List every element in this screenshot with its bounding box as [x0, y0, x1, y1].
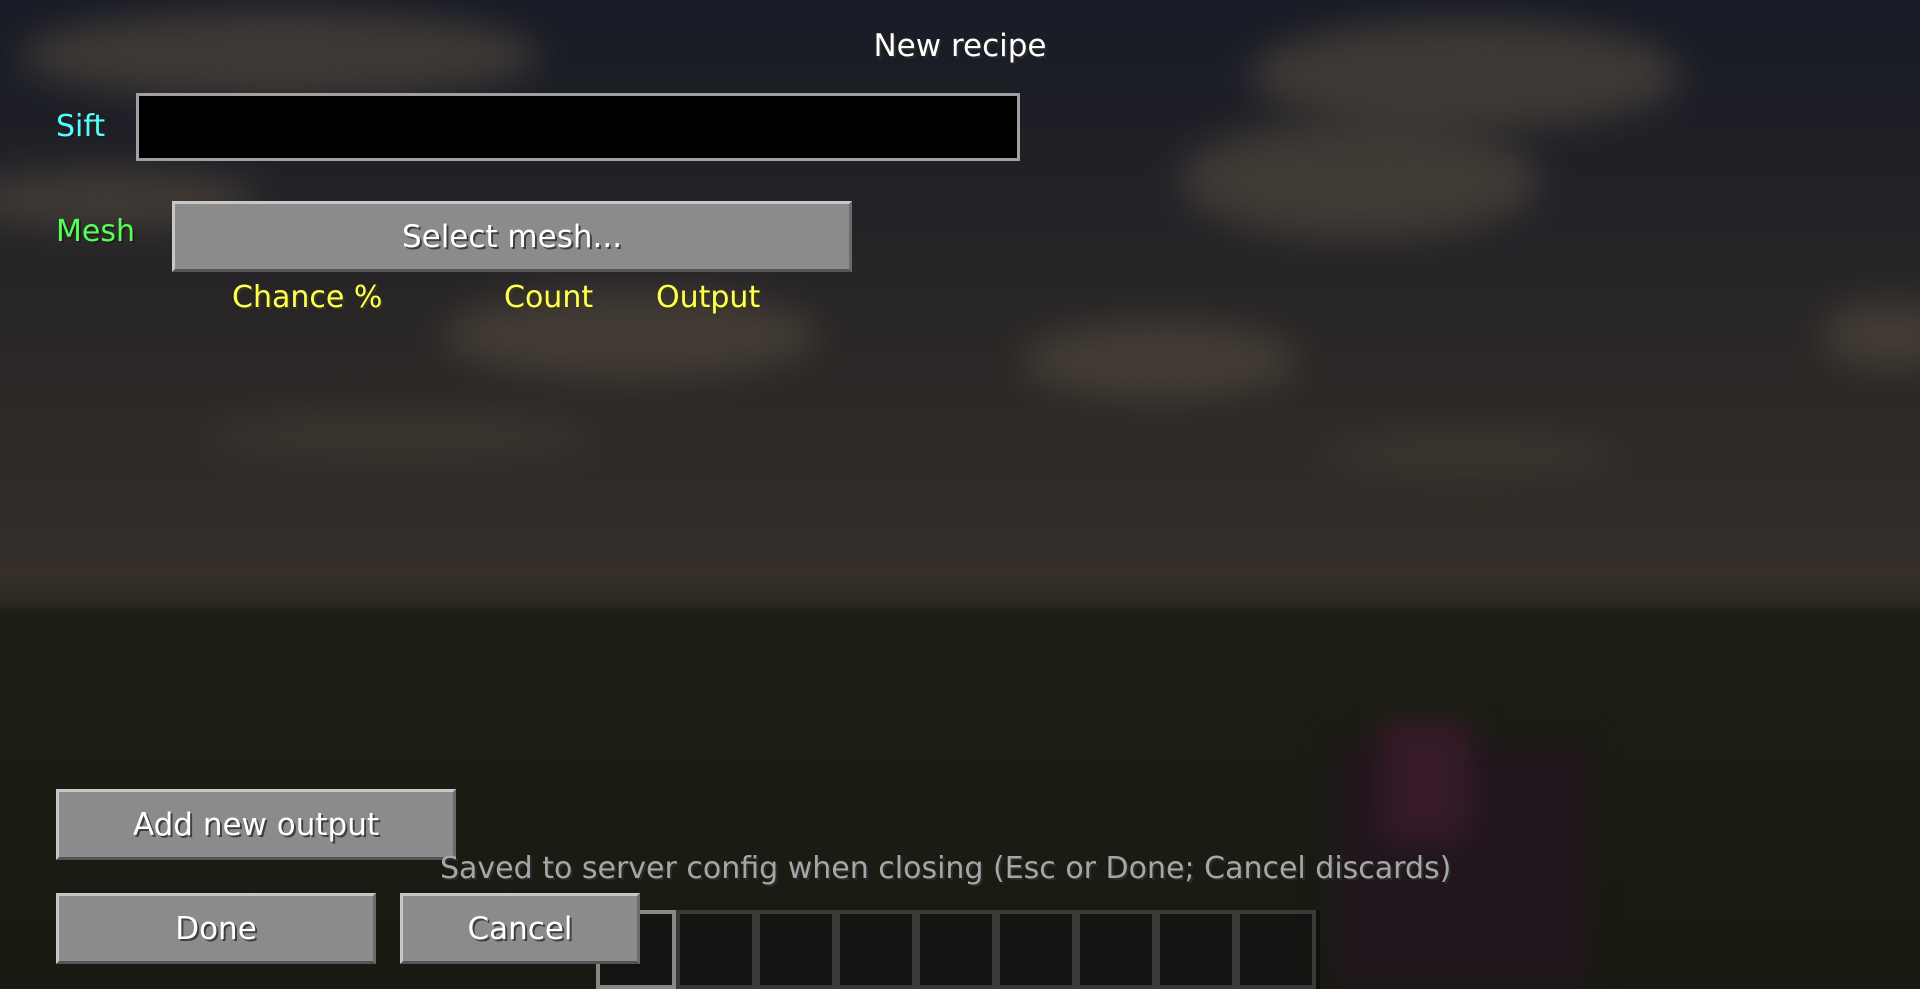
column-header-chance: Chance %	[232, 280, 383, 315]
game-screen: New recipe Sift Mesh Select mesh... Chan…	[0, 0, 1920, 989]
hotbar-slot	[756, 910, 836, 989]
add-new-output-button-label: Add new output	[132, 806, 380, 843]
add-new-output-button[interactable]: Add new output	[56, 789, 456, 860]
save-note: Saved to server config when closing (Esc…	[440, 851, 1452, 886]
cancel-button[interactable]: Cancel	[400, 893, 640, 964]
done-button[interactable]: Done	[56, 893, 376, 964]
select-mesh-button-label: Select mesh...	[401, 218, 623, 255]
done-button-label: Done	[175, 910, 257, 947]
column-header-output: Output	[656, 280, 761, 315]
cancel-button-label: Cancel	[467, 910, 573, 947]
column-header-count: Count	[504, 280, 594, 315]
hotbar-slot	[836, 910, 916, 989]
sift-input[interactable]	[136, 93, 1020, 161]
hotbar-slot	[676, 910, 756, 989]
hotbar-slot	[1076, 910, 1156, 989]
mesh-label: Mesh	[56, 214, 135, 249]
hotbar-slot	[1236, 910, 1316, 989]
hotbar-slot	[1156, 910, 1236, 989]
hotbar-slot	[916, 910, 996, 989]
select-mesh-button[interactable]: Select mesh...	[172, 201, 852, 272]
screen-title: New recipe	[873, 28, 1047, 64]
hotbar	[596, 910, 1320, 989]
hotbar-slot	[996, 910, 1076, 989]
sift-label: Sift	[56, 109, 106, 144]
